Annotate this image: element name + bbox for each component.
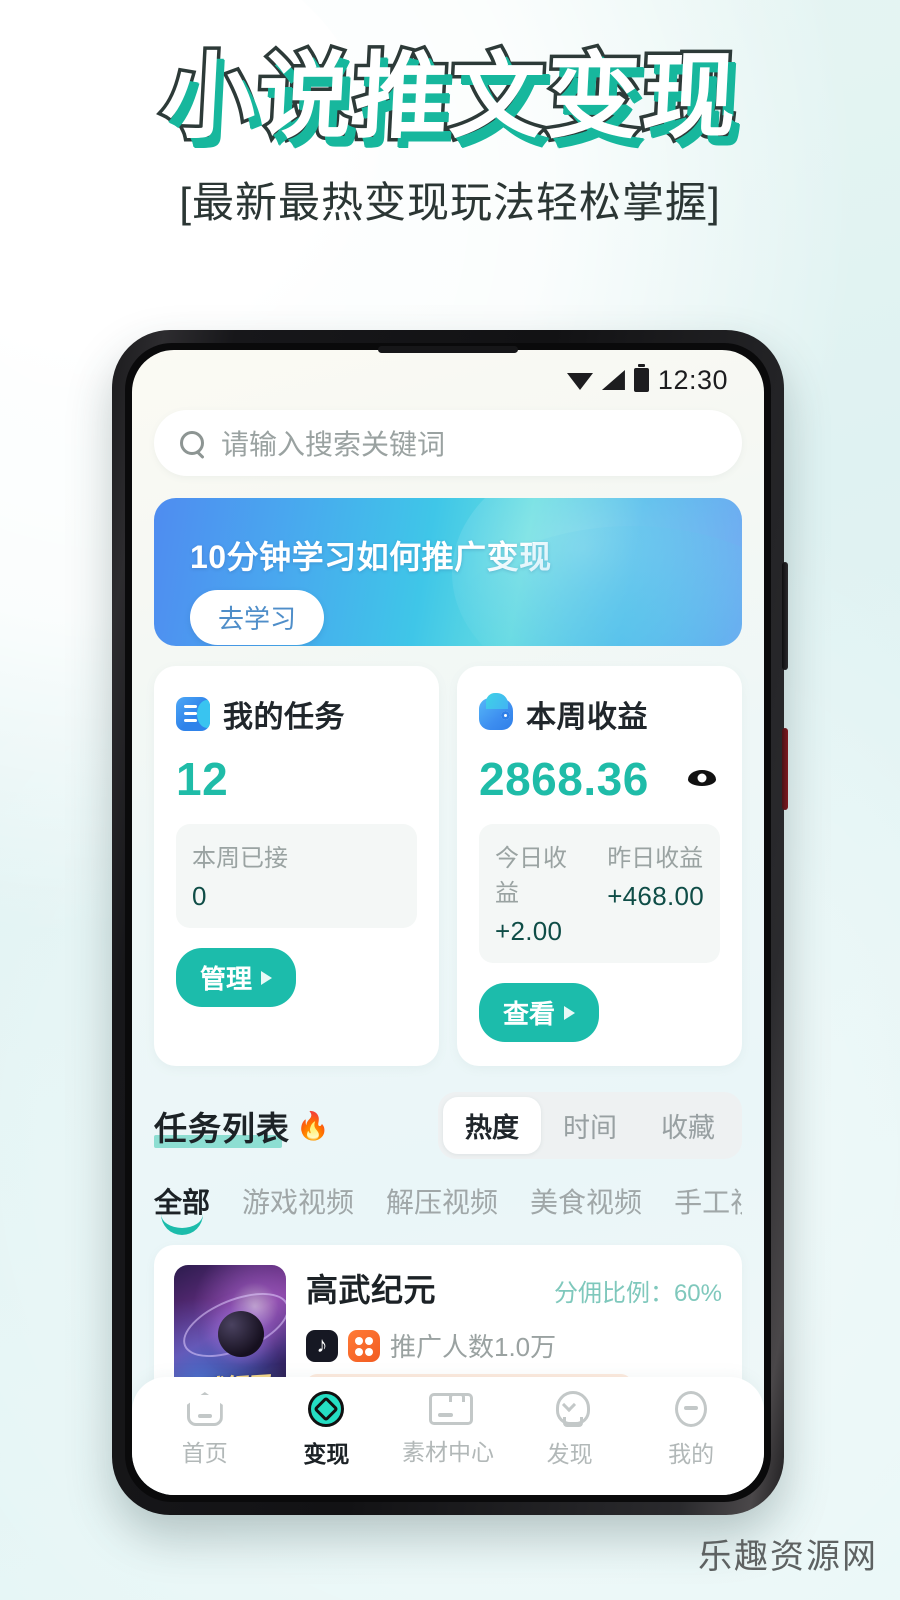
sub-stat-value: +468.00 bbox=[607, 881, 704, 911]
sort-option-favorite[interactable]: 收藏 bbox=[639, 1097, 737, 1154]
banner-learn-button[interactable]: 去学习 bbox=[190, 590, 325, 645]
category-tabs[interactable]: 全部 游戏视频 解压视频 美食视频 手工视频 手 bbox=[154, 1181, 742, 1235]
banner-title: 10分钟学习如何推广变现 bbox=[190, 539, 552, 575]
manage-button-label: 管理 bbox=[200, 964, 253, 994]
manage-button[interactable]: 管理 bbox=[176, 948, 297, 1007]
play-arrow-icon bbox=[564, 1005, 576, 1020]
nav-label: 发现 bbox=[546, 1441, 593, 1467]
nav-item-profile[interactable]: 我的 bbox=[632, 1391, 750, 1469]
folder-icon bbox=[428, 1393, 473, 1425]
sub-stat: 昨日收益 +468.00 bbox=[607, 838, 704, 947]
nav-label: 我的 bbox=[668, 1441, 715, 1467]
douyin-icon bbox=[306, 1329, 338, 1362]
wifi-icon bbox=[566, 371, 593, 390]
sub-stat: 今日收益 +2.00 bbox=[495, 838, 589, 947]
page-subtitle: [最新最热变现玩法轻松掌握] bbox=[179, 178, 721, 226]
promo-banner[interactable]: 10分钟学习如何推广变现 去学习 bbox=[154, 498, 742, 646]
page-title: 小说推文变现 bbox=[156, 41, 745, 153]
category-tab-all[interactable]: 全部 bbox=[154, 1181, 210, 1235]
nav-item-home[interactable]: 首页 bbox=[146, 1392, 264, 1468]
power-button[interactable] bbox=[782, 728, 788, 810]
hero-section: 小说推文变现 [最新最热变现玩法轻松掌握] bbox=[0, 0, 900, 230]
monetize-icon bbox=[308, 1391, 345, 1427]
task-document-icon bbox=[176, 697, 210, 731]
sort-option-time[interactable]: 时间 bbox=[541, 1097, 639, 1154]
card-title: 本周收益 bbox=[526, 701, 648, 734]
commission-rate: 分佣比例：60% bbox=[553, 1280, 722, 1307]
category-tab-handcraft[interactable]: 手工视频 bbox=[674, 1181, 742, 1235]
status-time: 12:30 bbox=[657, 364, 728, 395]
sub-stat: 本周已接 0 bbox=[192, 838, 288, 912]
sub-stat-label: 昨日收益 bbox=[607, 845, 704, 872]
income-sub-box: 今日收益 +2.00 昨日收益 +468.00 bbox=[479, 824, 720, 963]
fire-icon: 🔥 bbox=[296, 1110, 330, 1141]
task-list-title: 任务列表 bbox=[154, 1109, 290, 1147]
my-tasks-card[interactable]: 我的任务 12 本周已接 0 管理 bbox=[154, 666, 439, 1066]
watermark: 乐趣资源网 bbox=[698, 1538, 878, 1576]
bottom-navigation: 首页 变现 素材中心 发现 我的 bbox=[132, 1377, 764, 1495]
weekly-income-card[interactable]: 本周收益 2868.36 今日收益 +2.00 昨日收益 +468.00 查看 bbox=[457, 666, 742, 1066]
nav-item-materials[interactable]: 素材中心 bbox=[389, 1393, 507, 1467]
sort-option-hot[interactable]: 热度 bbox=[443, 1097, 541, 1154]
home-icon bbox=[187, 1392, 223, 1426]
nav-label: 首页 bbox=[181, 1440, 228, 1466]
task-sub-box: 本周已接 0 bbox=[176, 824, 417, 928]
view-button[interactable]: 查看 bbox=[479, 983, 600, 1042]
kuaishou-icon bbox=[348, 1329, 380, 1362]
task-count-value: 12 bbox=[176, 753, 229, 805]
search-input[interactable]: 请输入搜索关键词 bbox=[221, 423, 445, 463]
volume-button[interactable] bbox=[782, 562, 788, 670]
search-icon bbox=[180, 430, 205, 456]
play-arrow-icon bbox=[261, 970, 273, 985]
sub-stat-label: 今日收益 bbox=[495, 845, 567, 907]
nav-item-monetize[interactable]: 变现 bbox=[267, 1391, 385, 1469]
battery-icon bbox=[633, 364, 649, 392]
status-bar: 12:30 bbox=[132, 350, 764, 402]
eye-icon[interactable] bbox=[688, 770, 716, 786]
category-tab-game[interactable]: 游戏视频 bbox=[242, 1181, 354, 1235]
category-tab-relax[interactable]: 解压视频 bbox=[386, 1181, 498, 1235]
card-header: 本周收益 bbox=[479, 692, 720, 736]
view-button-label: 查看 bbox=[503, 999, 556, 1029]
income-value: 2868.36 bbox=[479, 753, 649, 805]
phone-screen: 12:30 请输入搜索关键词 10分钟学习如何推广变现 去学习 我的任务 12 … bbox=[132, 350, 764, 1495]
card-title: 我的任务 bbox=[223, 701, 345, 734]
signal-icon bbox=[601, 370, 625, 390]
sub-stat-value: 0 bbox=[192, 881, 207, 911]
category-tab-food[interactable]: 美食视频 bbox=[530, 1181, 642, 1235]
task-list-title-wrap: 任务列表 🔥 bbox=[154, 1102, 330, 1150]
search-bar[interactable]: 请输入搜索关键词 bbox=[154, 410, 742, 476]
sort-segmented-control[interactable]: 热度 时间 收藏 bbox=[438, 1092, 742, 1159]
bulb-icon bbox=[554, 1391, 590, 1427]
wallet-icon bbox=[479, 693, 513, 730]
task-platform-row: 推广人数1.0万 bbox=[306, 1327, 722, 1364]
nav-label: 变现 bbox=[303, 1441, 350, 1467]
nav-item-discover[interactable]: 发现 bbox=[511, 1391, 629, 1469]
profile-icon bbox=[675, 1391, 708, 1427]
promoter-count: 推广人数1.0万 bbox=[390, 1332, 557, 1362]
stat-cards: 我的任务 12 本周已接 0 管理 本周收益 2868.36 今日收益 +2.0… bbox=[154, 666, 742, 1066]
task-title-row: 高武纪元 分佣比例：60% bbox=[306, 1265, 722, 1311]
thumbnail-planet-decoration bbox=[218, 1311, 264, 1357]
nav-label: 素材中心 bbox=[401, 1439, 494, 1465]
card-header: 我的任务 bbox=[176, 692, 417, 736]
phone-bezel: 12:30 请输入搜索关键词 10分钟学习如何推广变现 去学习 我的任务 12 … bbox=[125, 343, 771, 1502]
task-title: 高武纪元 bbox=[306, 1272, 437, 1308]
sub-stat-label: 本周已接 bbox=[192, 845, 288, 872]
earpiece-speaker bbox=[378, 346, 518, 353]
phone-mockup: 12:30 请输入搜索关键词 10分钟学习如何推广变现 去学习 我的任务 12 … bbox=[112, 330, 788, 1515]
task-list-header: 任务列表 🔥 热度 时间 收藏 bbox=[154, 1092, 742, 1159]
sub-stat-value: +2.00 bbox=[495, 916, 563, 946]
